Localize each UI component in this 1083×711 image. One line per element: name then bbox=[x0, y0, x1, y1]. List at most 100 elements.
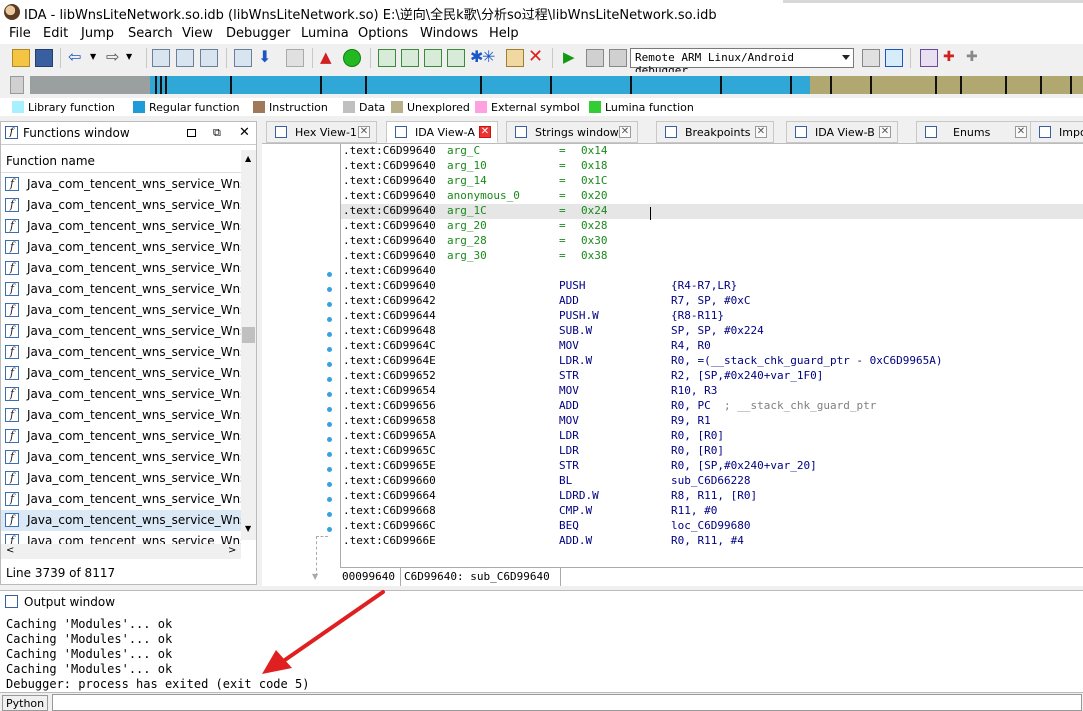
function-list-item[interactable]: f Java_com_tencent_wns_service_WnsN bbox=[1, 342, 241, 363]
breakpoint-marker-icon[interactable] bbox=[327, 377, 332, 382]
breakpoint-marker-icon[interactable] bbox=[327, 467, 332, 472]
remove-breakpoint-icon[interactable]: ✚ bbox=[966, 49, 984, 67]
breakpoint-marker-icon[interactable] bbox=[327, 482, 332, 487]
stack-var-line[interactable]: .text:C6D99640 arg_20 = 0x28 bbox=[341, 219, 1083, 234]
menu-search[interactable]: Search bbox=[128, 26, 173, 41]
navigation-strip[interactable] bbox=[30, 76, 1083, 94]
breakpoint-marker-icon[interactable] bbox=[327, 332, 332, 337]
instruction-line[interactable]: .text:C6D99642 ADD R7, SP, #0xC bbox=[341, 294, 1083, 309]
function-list-item[interactable]: f Java_com_tencent_wns_service_WnsN bbox=[1, 195, 241, 216]
pause-analysis-icon[interactable] bbox=[286, 49, 304, 67]
stack-var-line[interactable]: .text:C6D99640 arg_30 = 0x38 bbox=[341, 249, 1083, 264]
enum-icon[interactable]: ✳ bbox=[482, 49, 500, 67]
breakpoint-marker-icon[interactable] bbox=[327, 437, 332, 442]
stack-var-line[interactable]: .text:C6D99640 arg_10 = 0x18 bbox=[341, 159, 1083, 174]
tab-ida-view-a[interactable]: IDA View-A ✕ bbox=[386, 121, 498, 143]
stack-var-line[interactable]: .text:C6D99640 arg_28 = 0x30 bbox=[341, 234, 1083, 249]
menu-options[interactable]: Options bbox=[358, 26, 408, 41]
instruction-line[interactable]: .text:C6D9964C MOV R4, R0 bbox=[341, 339, 1083, 354]
breakpoint-marker-icon[interactable] bbox=[327, 512, 332, 517]
disassembly-view[interactable]: ▼ .text:C6D99640 arg_C = 0x14 .text:C6D99640… bbox=[262, 143, 1083, 586]
scroll-right-icon[interactable]: > bbox=[228, 545, 236, 556]
close-tab-icon[interactable]: ✕ bbox=[879, 126, 891, 138]
breakpoint-marker-icon[interactable] bbox=[327, 302, 332, 307]
debugger-selector[interactable]: Remote ARM Linux/Android debugger bbox=[630, 48, 854, 77]
binary-search-icon[interactable] bbox=[152, 49, 170, 67]
start-debug-icon[interactable]: ▶ bbox=[563, 49, 581, 67]
scroll-down-icon[interactable]: ▼ bbox=[245, 524, 251, 533]
instruction-line[interactable]: .text:C6D9964E LDR.W R0, =(__stack_chk_gua… bbox=[341, 354, 1083, 369]
breakpoint-marker-icon[interactable] bbox=[327, 407, 332, 412]
functions-horizontal-scrollbar[interactable]: < > bbox=[1, 544, 241, 559]
function-list-item[interactable]: f Java_com_tencent_wns_service_WnsN bbox=[1, 426, 241, 447]
mark-position-icon[interactable] bbox=[234, 49, 252, 67]
tab-breakpoints[interactable]: Breakpoints ✕ bbox=[656, 121, 774, 143]
function-list-item[interactable]: f Java_com_tencent_wns_service_WnsN bbox=[1, 174, 241, 195]
breakpoint-marker-icon[interactable] bbox=[327, 362, 332, 367]
make-code-icon[interactable] bbox=[378, 49, 396, 67]
instruction-line[interactable]: .text:C6D99640 PUSH {R4-R7,LR} bbox=[341, 279, 1083, 294]
command-input[interactable] bbox=[52, 694, 1082, 711]
instruction-line[interactable]: .text:C6D9965E STR R0, [SP,#0x240+var_20] bbox=[341, 459, 1083, 474]
nav-band-arrow-icon[interactable] bbox=[10, 76, 24, 94]
function-list-item[interactable]: f Java_com_tencent_wns_service_WnsN bbox=[1, 531, 241, 544]
disassembly-listing[interactable]: .text:C6D99640 arg_C = 0x14 .text:C6D99640 ar… bbox=[340, 144, 1083, 569]
tab-hex-view-1[interactable]: Hex View-1 ✕ bbox=[266, 121, 377, 143]
breakpoint-marker-icon[interactable] bbox=[327, 527, 332, 532]
function-list-item[interactable]: f Java_com_tencent_wns_service_WnsN bbox=[1, 447, 241, 468]
pause-debug-icon[interactable] bbox=[586, 49, 604, 67]
function-list-item[interactable]: f Java_com_tencent_wns_service_WnsN bbox=[1, 321, 241, 342]
tab-enums[interactable]: Enums ✕ bbox=[916, 121, 1034, 143]
instruction-line[interactable]: .text:C6D99654 MOV R10, R3 bbox=[341, 384, 1083, 399]
delete-icon[interactable]: ✕ bbox=[528, 48, 546, 67]
instruction-line[interactable]: .text:C6D99664 LDRD.W R8, R11, [R0] bbox=[341, 489, 1083, 504]
close-icon[interactable]: ✕ bbox=[239, 125, 250, 140]
add-breakpoint-icon[interactable]: ✚ bbox=[943, 49, 961, 67]
stack-var-line[interactable]: .text:C6D99640 arg_1C = 0x24 bbox=[341, 204, 1083, 219]
menu-windows[interactable]: Windows bbox=[420, 26, 478, 41]
function-list-item[interactable]: f Java_com_tencent_wns_service_WnsN bbox=[1, 384, 241, 405]
warning-icon[interactable]: ▲ bbox=[320, 49, 338, 67]
instruction-line[interactable]: .text:C6D9965A LDR R0, [R0] bbox=[341, 429, 1083, 444]
menu-edit[interactable]: Edit bbox=[43, 26, 68, 41]
scroll-up-icon[interactable]: ▲ bbox=[245, 154, 251, 163]
instruction-line[interactable]: .text:C6D99658 MOV R9, R1 bbox=[341, 414, 1083, 429]
stack-var-line[interactable]: .text:C6D99640 arg_14 = 0x1C bbox=[341, 174, 1083, 189]
tab-imports[interactable]: Impo bbox=[1030, 121, 1083, 143]
maximize-icon[interactable] bbox=[187, 129, 196, 137]
instruction-line[interactable]: .text:C6D99656 ADD R0, PC ; __stack_chk_gu… bbox=[341, 399, 1083, 414]
stack-var-line[interactable]: .text:C6D99640 arg_C = 0x14 bbox=[341, 144, 1083, 159]
debugger-options-icon[interactable] bbox=[862, 49, 880, 67]
function-list-item[interactable]: f Java_com_tencent_wns_service_WnsN bbox=[1, 510, 241, 531]
breakpoint-marker-icon[interactable] bbox=[327, 422, 332, 427]
forward-dropdown-icon[interactable]: ▼ bbox=[126, 49, 144, 67]
breakpoint-marker-icon[interactable] bbox=[327, 272, 332, 277]
stack-var-line[interactable]: .text:C6D99640 anonymous_0 = 0x20 bbox=[341, 189, 1083, 204]
close-tab-icon[interactable]: ✕ bbox=[755, 126, 767, 138]
immediate-search-icon[interactable] bbox=[200, 49, 218, 67]
instruction-line[interactable]: .text:C6D99668 CMP.W R11, #0 bbox=[341, 504, 1083, 519]
function-list-item[interactable]: f Java_com_tencent_wns_service_WnsN bbox=[1, 279, 241, 300]
instruction-line[interactable]: .text:C6D99644 PUSH.W {R8-R11} bbox=[341, 309, 1083, 324]
make-string-icon[interactable] bbox=[424, 49, 442, 67]
jump-down-icon[interactable]: ⬇ bbox=[258, 49, 276, 67]
menu-jump[interactable]: Jump bbox=[81, 26, 114, 41]
functions-vertical-scrollbar[interactable]: ▲ ▼ bbox=[241, 150, 256, 540]
python-button[interactable]: Python bbox=[2, 695, 48, 711]
instruction-line[interactable]: .text:C6D9966E ADD.W R0, R11, #4 bbox=[341, 534, 1083, 549]
close-tab-icon[interactable]: ✕ bbox=[1015, 126, 1027, 138]
function-list-item[interactable]: f Java_com_tencent_wns_service_WnsN bbox=[1, 489, 241, 510]
scroll-left-icon[interactable]: < bbox=[6, 545, 14, 556]
breakpoint-marker-icon[interactable] bbox=[327, 452, 332, 457]
instruction-line[interactable]: .text:C6D99648 SUB.W SP, SP, #0x224 bbox=[341, 324, 1083, 339]
make-array-icon[interactable] bbox=[447, 49, 465, 67]
back-arrow-icon[interactable]: ⇦ bbox=[68, 49, 86, 67]
function-list-item[interactable]: f Java_com_tencent_wns_service_WnsN bbox=[1, 258, 241, 279]
function-name-column-header[interactable]: Function name bbox=[1, 150, 241, 173]
function-list-item[interactable]: f Java_com_tencent_wns_service_WnsN bbox=[1, 405, 241, 426]
green-status-icon[interactable] bbox=[343, 49, 361, 67]
float-icon[interactable]: ⧉ bbox=[213, 126, 221, 140]
function-list-item[interactable]: f Java_com_tencent_wns_service_WnsN bbox=[1, 363, 241, 384]
text-search-icon[interactable] bbox=[176, 49, 194, 67]
process-options-icon[interactable] bbox=[885, 49, 903, 67]
